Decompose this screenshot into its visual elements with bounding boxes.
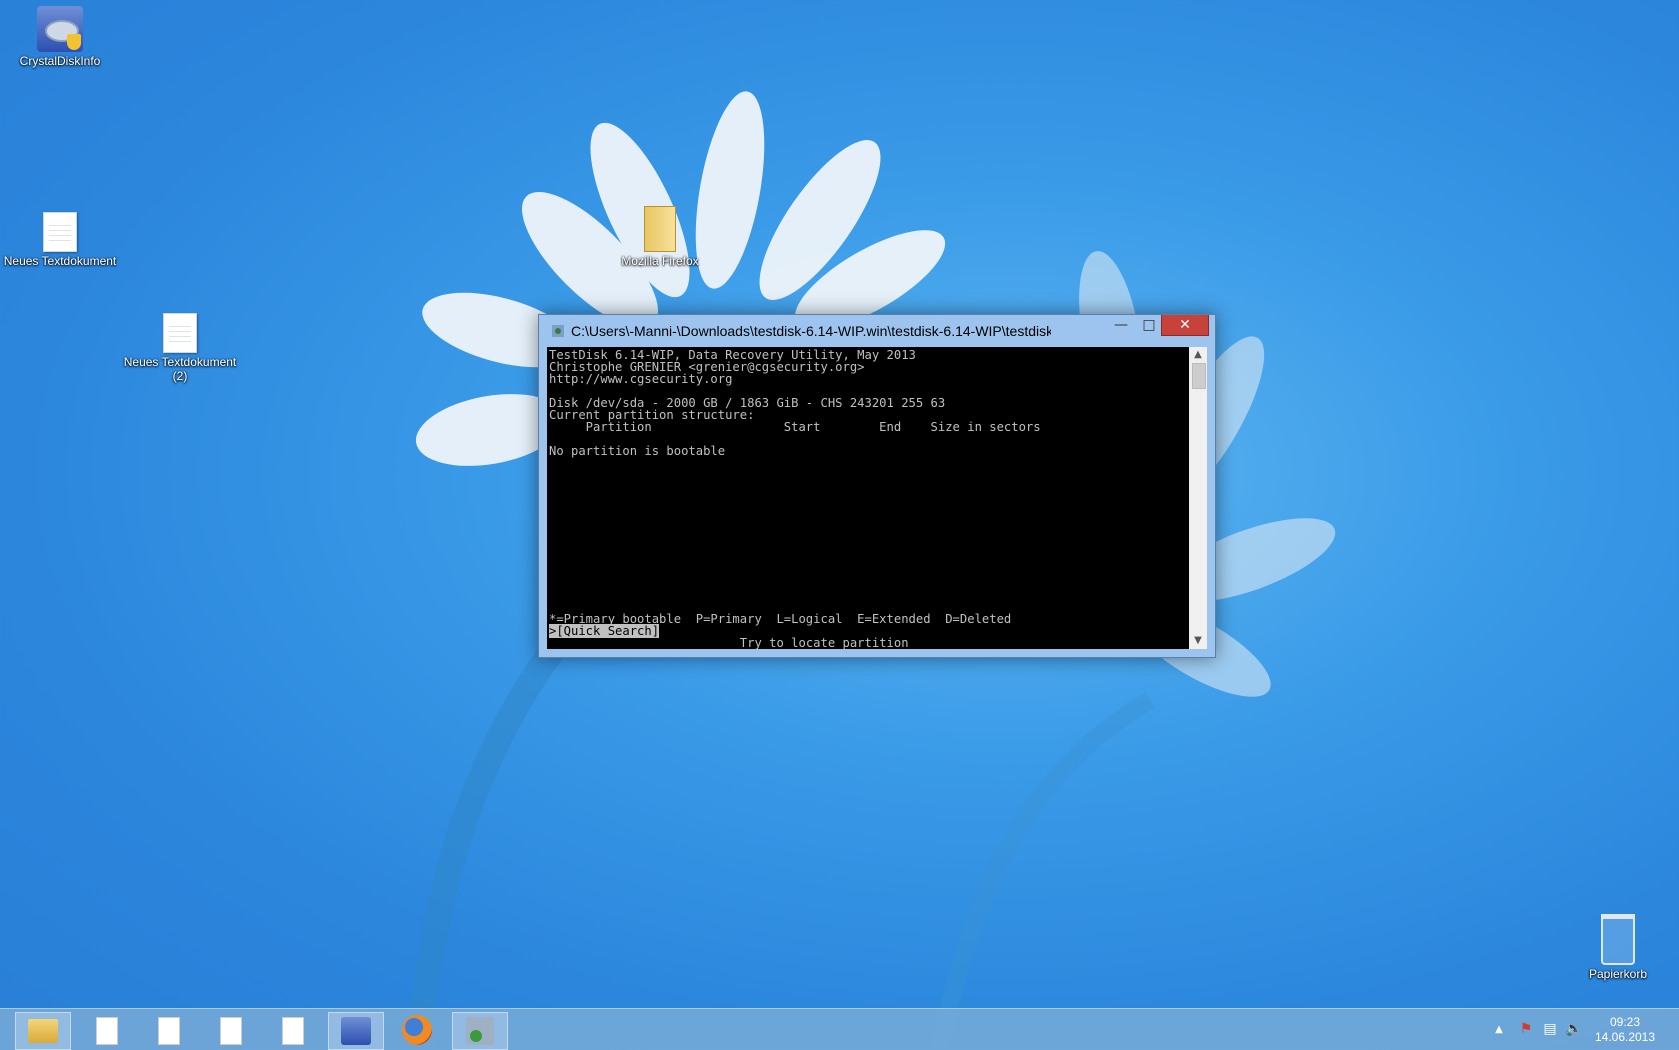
- window-title: C:\Users\-Manni-\Downloads\testdisk-6.14…: [571, 323, 1051, 339]
- desktop-icon-textdoc-1[interactable]: Neues Textdokument: [0, 212, 120, 268]
- clock-date: 14.06.2013: [1594, 1030, 1656, 1044]
- desktop-icon-label: Neues Textdokument: [3, 254, 117, 268]
- console-hint: Try to locate partition_: [739, 636, 916, 649]
- desktop-icon-label: CrystalDiskInfo: [19, 54, 101, 68]
- text-document-icon: [163, 313, 197, 353]
- crystaldiskinfo-icon: [37, 6, 83, 52]
- console-line: http://www.cgsecurity.org: [549, 372, 733, 386]
- taskbar-textdoc-4[interactable]: [266, 1012, 320, 1048]
- network-icon[interactable]: ▤: [1540, 1009, 1560, 1050]
- desktop-icon-label: Neues Textdokument (2): [123, 355, 237, 383]
- testdisk-console-window[interactable]: C:\Users\-Manni-\Downloads\testdisk-6.14…: [538, 314, 1216, 658]
- taskbar: ▲ ⚑ ▤ 🔈 09:23 14.06.2013: [0, 1008, 1679, 1050]
- desktop-icon-label: Papierkorb: [1588, 967, 1648, 981]
- taskbar-textdoc-3[interactable]: [204, 1012, 258, 1048]
- text-document-icon: [43, 212, 77, 252]
- crystaldiskinfo-icon: [341, 1017, 371, 1045]
- maximize-button[interactable]: □: [1135, 315, 1163, 335]
- taskbar-crystaldiskinfo[interactable]: [328, 1012, 384, 1050]
- volume-icon[interactable]: 🔈: [1564, 1009, 1584, 1050]
- console-scrollbar[interactable]: ▲ ▼: [1189, 347, 1207, 649]
- folder-icon: [644, 206, 676, 252]
- text-document-icon: [158, 1017, 180, 1045]
- window-titlebar[interactable]: C:\Users\-Manni-\Downloads\testdisk-6.14…: [539, 315, 1215, 346]
- text-document-icon: [282, 1017, 304, 1045]
- scroll-up-arrow-icon[interactable]: ▲: [1189, 347, 1207, 363]
- text-document-icon: [96, 1017, 118, 1045]
- taskbar-firefox[interactable]: [390, 1012, 444, 1048]
- minimize-button[interactable]: —: [1107, 315, 1135, 335]
- scroll-thumb[interactable]: [1192, 363, 1206, 389]
- text-document-icon: [220, 1017, 242, 1045]
- console-app-icon: [552, 325, 564, 337]
- taskbar-explorer[interactable]: [15, 1012, 71, 1050]
- desktop-icon-recycle-bin[interactable]: Papierkorb: [1558, 914, 1678, 981]
- action-center-flag-icon[interactable]: ⚑: [1516, 1009, 1536, 1050]
- show-hidden-icons-button[interactable]: ▲: [1492, 1009, 1506, 1050]
- console-output[interactable]: TestDisk 6.14-WIP, Data Recovery Utility…: [547, 347, 1189, 649]
- desktop-icon-textdoc-2[interactable]: Neues Textdokument (2): [120, 313, 240, 383]
- taskbar-textdoc-2[interactable]: [142, 1012, 196, 1048]
- firefox-icon: [402, 1015, 432, 1045]
- desktop-icon-mozilla-firefox[interactable]: Mozilla Firefox: [600, 206, 720, 268]
- folder-icon: [28, 1019, 58, 1043]
- console-line: Partition Start End Size in sectors: [549, 420, 1041, 434]
- recycle-bin-icon: [1601, 914, 1635, 965]
- taskbar-textdoc-1[interactable]: [80, 1012, 134, 1048]
- desktop-icon-crystaldiskinfo[interactable]: CrystalDiskInfo: [0, 6, 120, 68]
- taskbar-clock[interactable]: 09:23 14.06.2013: [1585, 1015, 1665, 1045]
- console-app-icon: [466, 1017, 494, 1045]
- desktop-icon-label: Mozilla Firefox: [621, 254, 699, 268]
- console-line: No partition is bootable: [549, 444, 726, 458]
- scroll-down-arrow-icon[interactable]: ▼: [1189, 633, 1207, 649]
- close-button[interactable]: ✕: [1161, 315, 1209, 336]
- clock-time: 09:23: [1609, 1015, 1641, 1029]
- taskbar-testdisk-console[interactable]: [452, 1012, 508, 1050]
